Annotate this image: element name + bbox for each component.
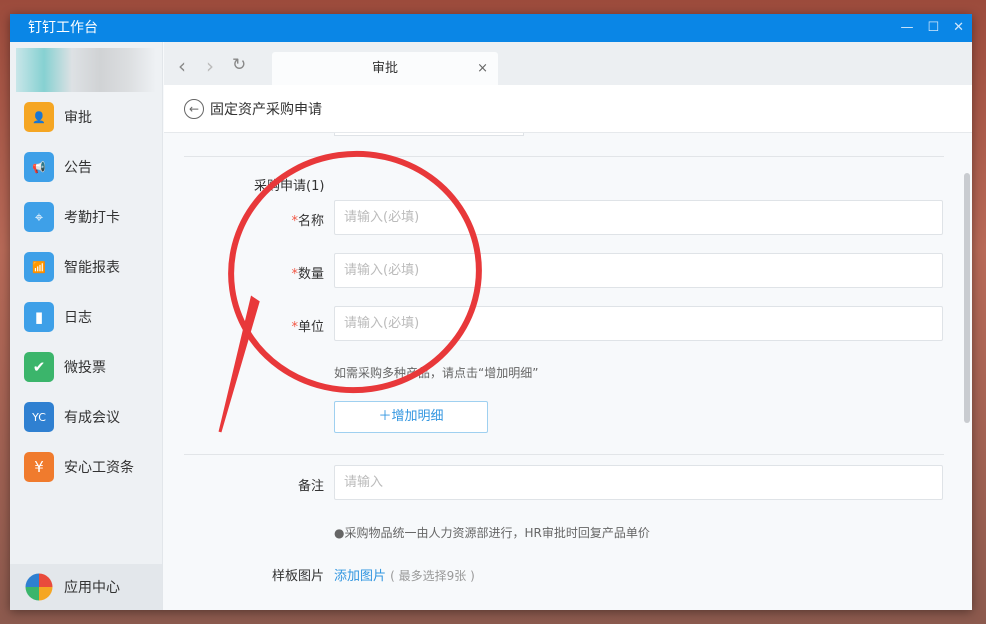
sidebar-item-app-center[interactable]: 应用中心	[10, 564, 162, 610]
scrollbar[interactable]	[964, 173, 970, 423]
add-image-link[interactable]: 添加图片	[334, 569, 386, 584]
tab-close-icon[interactable]: ×	[477, 52, 488, 85]
page-header: ← 固定资产采购申请	[164, 85, 972, 133]
sidebar-item-label: 审批	[64, 110, 92, 126]
sidebar-item-1[interactable]: 📢 公告	[10, 142, 162, 192]
person-icon: 👤	[24, 102, 54, 132]
sidebar-item-4[interactable]: ▮ 日志	[10, 292, 162, 342]
name-input[interactable]: 请输入(必填)	[334, 200, 943, 235]
sidebar-item-6[interactable]: YC 有成会议	[10, 392, 162, 442]
page-title: 固定资产采购申请	[210, 101, 322, 118]
sidebar-item-label: 应用中心	[64, 580, 120, 596]
tab-approval[interactable]: 审批 ×	[272, 52, 498, 85]
image-limit-hint: ( 最多选择9张 )	[390, 569, 475, 583]
quantity-label: 数量	[297, 267, 324, 282]
location-icon: ⌖	[24, 202, 54, 232]
minimize-button[interactable]: —	[900, 14, 913, 42]
sidebar-item-3[interactable]: 📶 智能报表	[10, 242, 162, 292]
sidebar-item-0[interactable]: 👤 审批	[10, 92, 162, 142]
maximize-button[interactable]: ☐	[927, 14, 939, 42]
vote-icon: ✔	[24, 352, 54, 382]
unit-label: 单位	[297, 320, 324, 335]
back-nav-icon[interactable]: ‹	[178, 54, 186, 78]
divider	[184, 454, 944, 455]
remark-hint: ●采购物品统一由人力资源部进行，HR审批时回复产品单价	[334, 526, 650, 540]
sidebar: 👤 审批 📢 公告 ⌖ 考勤打卡 📶 智能报表 ▮ 日志 ✔ 微投票 YC 有成会议 ¥ 安心工资条 应用中心	[10, 42, 163, 610]
sample-image-label: 样板图片	[271, 569, 324, 584]
close-button[interactable]: ✕	[953, 14, 964, 42]
sidebar-item-label: 日志	[64, 310, 92, 326]
form-content: 采购申请(1) *名称 请输入(必填) *数量 请输入(必填) *单位 请输入(…	[164, 133, 972, 610]
name-label: 名称	[297, 214, 324, 229]
app-center-icon	[25, 573, 53, 601]
tab-bar: ‹ › ↻ 审批 ×	[164, 42, 972, 85]
sidebar-item-7[interactable]: ¥ 安心工资条	[10, 442, 162, 492]
forward-nav-icon[interactable]: ›	[206, 54, 214, 78]
sidebar-item-label: 有成会议	[64, 410, 120, 426]
chart-icon: 📶	[24, 252, 54, 282]
megaphone-icon: 📢	[24, 152, 54, 182]
back-arrow-icon[interactable]: ←	[184, 98, 204, 119]
remark-label: 备注	[297, 479, 324, 494]
remark-input[interactable]: 请输入	[334, 465, 943, 500]
user-profile-blurred[interactable]	[16, 48, 156, 92]
sidebar-item-label: 安心工资条	[64, 460, 134, 476]
previous-input-edge	[334, 133, 524, 136]
payslip-icon: ¥	[24, 452, 54, 482]
meeting-icon: YC	[24, 402, 54, 432]
app-window: 钉钉工作台 — ☐ ✕ 👤 审批 📢 公告 ⌖ 考勤打卡 📶 智能报表 ▮ 日志 ✔ 微投票 YC 有成会…	[10, 14, 972, 610]
sidebar-item-2[interactable]: ⌖ 考勤打卡	[10, 192, 162, 242]
sidebar-item-label: 公告	[64, 160, 92, 176]
refresh-icon[interactable]: ↻	[232, 55, 246, 75]
title-bar: 钉钉工作台 — ☐ ✕	[10, 14, 972, 42]
quantity-input[interactable]: 请输入(必填)	[334, 253, 943, 288]
sidebar-item-label: 智能报表	[64, 260, 120, 276]
tab-label: 审批	[371, 61, 398, 76]
window-title: 钉钉工作台	[28, 20, 98, 36]
unit-input[interactable]: 请输入(必填)	[334, 306, 943, 341]
sidebar-item-label: 微投票	[64, 360, 106, 376]
add-detail-button[interactable]: ＋增加明细	[334, 401, 488, 433]
notebook-icon: ▮	[24, 302, 54, 332]
section-title: 采购申请(1)	[254, 179, 325, 194]
sidebar-item-5[interactable]: ✔ 微投票	[10, 342, 162, 392]
divider	[184, 156, 944, 157]
multi-item-hint: 如需采购多种产品，请点击“增加明细”	[334, 366, 539, 380]
sidebar-item-label: 考勤打卡	[64, 210, 120, 226]
